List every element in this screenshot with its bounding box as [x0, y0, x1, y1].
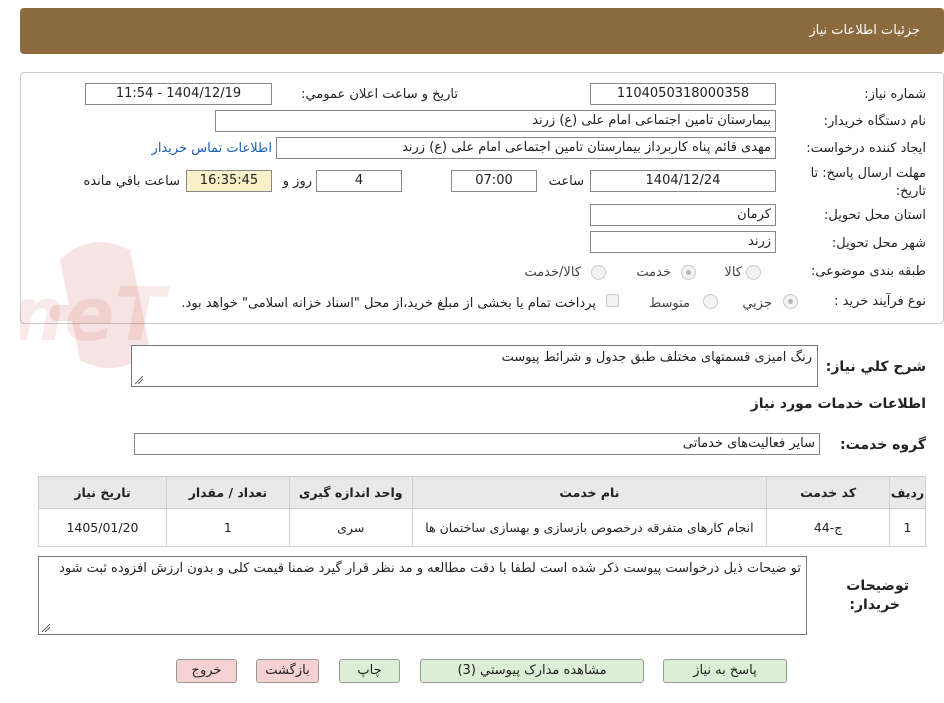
deadline-label: مهلت ارسال پاسخ: تا: [810, 166, 926, 181]
deadline-label-2: تاریخ:: [895, 184, 926, 199]
exit-button[interactable]: خروج: [176, 659, 237, 683]
description-field: رنگ امیزی قسمتهای مختلف طبق جدول و شرائط…: [131, 345, 818, 387]
service-group-field: سایر فعالیت‌های خدماتی: [134, 433, 820, 455]
creator-field: مهدی قائم پناه کاربرداز بیمارستان تامین …: [276, 137, 776, 159]
buyer-notes-label-2: خریدار:: [849, 597, 900, 613]
description-text: رنگ امیزی قسمتهای مختلف طبق جدول و شرائط…: [501, 350, 812, 365]
buyer-label: نام دستگاه خریدار:: [823, 114, 926, 129]
buyer-field: بیمارستان تامین اجتماعی امام علی (ع) زرن…: [215, 110, 776, 132]
remaining-label: ساعت باقي مانده: [83, 174, 180, 189]
cell-row: 1: [889, 508, 926, 547]
col-need-date: تاریخ نیاز: [38, 476, 167, 509]
page-header: جزئیات اطلاعات نیاز: [20, 8, 944, 54]
table-header-row: ردیف کد خدمت نام خدمت واحد اندازه گیری ت…: [38, 476, 926, 509]
province-label: استان محل تحویل:: [824, 208, 926, 223]
resize-grip-icon[interactable]: [42, 624, 50, 632]
resize-grip-icon[interactable]: [135, 376, 143, 384]
creator-label: ایجاد کننده درخواست:: [806, 141, 926, 156]
service-group-label: گروه خدمت:: [840, 437, 926, 453]
description-label: شرح کلي نیاز:: [825, 359, 926, 375]
page-title: جزئیات اطلاعات نیاز: [809, 23, 920, 38]
cell-need-date: 1405/01/20: [38, 508, 167, 547]
services-table: ردیف کد خدمت نام خدمت واحد اندازه گیری ت…: [38, 476, 926, 547]
cell-service-name: انجام کارهای متفرقه درخصوص بازسازی و بهس…: [411, 508, 768, 547]
back-button[interactable]: بازگشت: [256, 659, 319, 683]
col-quantity: تعداد / مقدار: [165, 476, 290, 509]
days-label: روز و: [282, 174, 312, 189]
treasury-payment-note: پرداخت تمام یا بخشی از مبلغ خرید،از محل …: [181, 296, 596, 311]
deadline-hour-label: ساعت: [548, 174, 584, 189]
category-service-label: خدمت: [636, 265, 671, 280]
services-section-title: اطلاعات خدمات مورد نیاز: [750, 396, 926, 412]
reply-button[interactable]: پاسخ به نیاز: [663, 659, 787, 683]
view-attachments-button[interactable]: مشاهده مدارک پیوستي (3): [420, 659, 644, 683]
buyer-notes-label: توضیحات: [846, 578, 909, 594]
remaining-days-field: 4: [316, 170, 402, 192]
process-minor-radio[interactable]: [783, 294, 798, 309]
process-medium-label: متوسط: [649, 296, 690, 311]
buyer-notes-field: تو ضیحات ذیل درخواست پیوست ذکر شده است ل…: [38, 556, 807, 635]
category-goods-radio[interactable]: [746, 265, 761, 280]
category-both-radio[interactable]: [591, 265, 606, 280]
cell-unit: سری: [288, 508, 413, 547]
province-field: کرمان: [590, 204, 776, 226]
need-number-label: شماره نیاز:: [864, 87, 926, 102]
category-both-label: کالا/خدمت: [524, 265, 581, 280]
process-label: نوع فرآیند خرید :: [834, 294, 926, 309]
category-service-radio[interactable]: [681, 265, 696, 280]
process-medium-radio[interactable]: [703, 294, 718, 309]
deadline-time-field: 07:00: [451, 170, 537, 192]
category-label: طبقه بندی موضوعی:: [810, 264, 926, 279]
table-row: 1 ج-44 انجام کارهای متفرقه درخصوص بازساز…: [38, 508, 926, 547]
remaining-time-field: 16:35:45: [186, 170, 272, 192]
need-number-field: 1104050318000358: [590, 83, 776, 105]
cell-quantity: 1: [165, 508, 290, 547]
city-label: شهر محل تحویل:: [831, 236, 926, 251]
city-field: زرند: [590, 231, 776, 253]
category-goods-label: کالا: [724, 265, 742, 280]
cell-service-code: ج-44: [766, 508, 891, 547]
buyer-contact-link[interactable]: اطلاعات تماس خریدار: [152, 141, 272, 156]
buyer-notes-text: تو ضیحات ذیل درخواست پیوست ذکر شده است ل…: [59, 561, 801, 576]
announce-date-field: 1404/12/19 - 11:54: [85, 83, 272, 105]
print-button[interactable]: چاپ: [339, 659, 400, 683]
col-row: ردیف: [889, 476, 926, 509]
col-unit: واحد اندازه گیری: [288, 476, 413, 509]
announce-date-label: تاریخ و ساعت اعلان عمومي:: [301, 87, 458, 102]
col-service-name: نام خدمت: [411, 476, 768, 509]
col-service-code: کد خدمت: [766, 476, 891, 509]
process-minor-label: جزیي: [742, 296, 772, 311]
deadline-date-field: 1404/12/24: [590, 170, 776, 192]
treasury-payment-checkbox[interactable]: [606, 294, 619, 307]
